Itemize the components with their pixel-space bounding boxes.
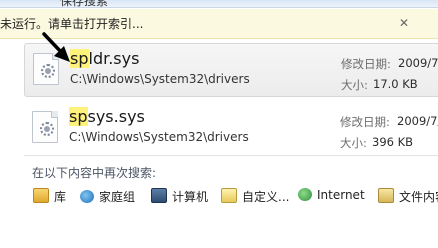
annotation-arrow-icon	[42, 32, 70, 62]
